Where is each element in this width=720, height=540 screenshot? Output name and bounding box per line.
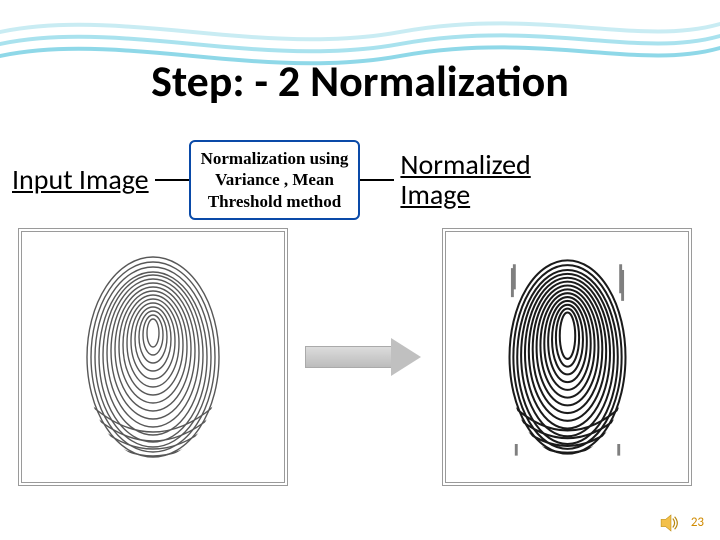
normalized-image-label: Normalized Image bbox=[400, 150, 530, 209]
input-image-label: Input Image bbox=[12, 162, 149, 197]
normalized-label-line2: Image bbox=[400, 177, 470, 212]
right-arrow-icon bbox=[305, 340, 425, 374]
normalized-fingerprint-image bbox=[495, 248, 640, 466]
speaker-icon bbox=[660, 514, 682, 532]
page-number: 23 bbox=[691, 515, 704, 530]
input-fingerprint-frame bbox=[18, 228, 288, 486]
image-row bbox=[18, 228, 692, 486]
normalized-fingerprint-frame bbox=[442, 228, 692, 486]
method-line-1: Normalization using bbox=[201, 148, 349, 169]
method-box: Normalization using Variance , Mean Thre… bbox=[189, 140, 361, 220]
method-line-3: Threshold method bbox=[201, 191, 349, 212]
arrow-container bbox=[288, 340, 442, 374]
label-row: Input Image Normalization using Variance… bbox=[12, 140, 692, 220]
connector-line-right bbox=[360, 179, 394, 181]
connector-line-left bbox=[155, 179, 189, 181]
method-line-2: Variance , Mean bbox=[201, 169, 349, 190]
input-fingerprint-image bbox=[73, 247, 233, 467]
slide-title: Step: - 2 Normalization bbox=[0, 54, 720, 108]
